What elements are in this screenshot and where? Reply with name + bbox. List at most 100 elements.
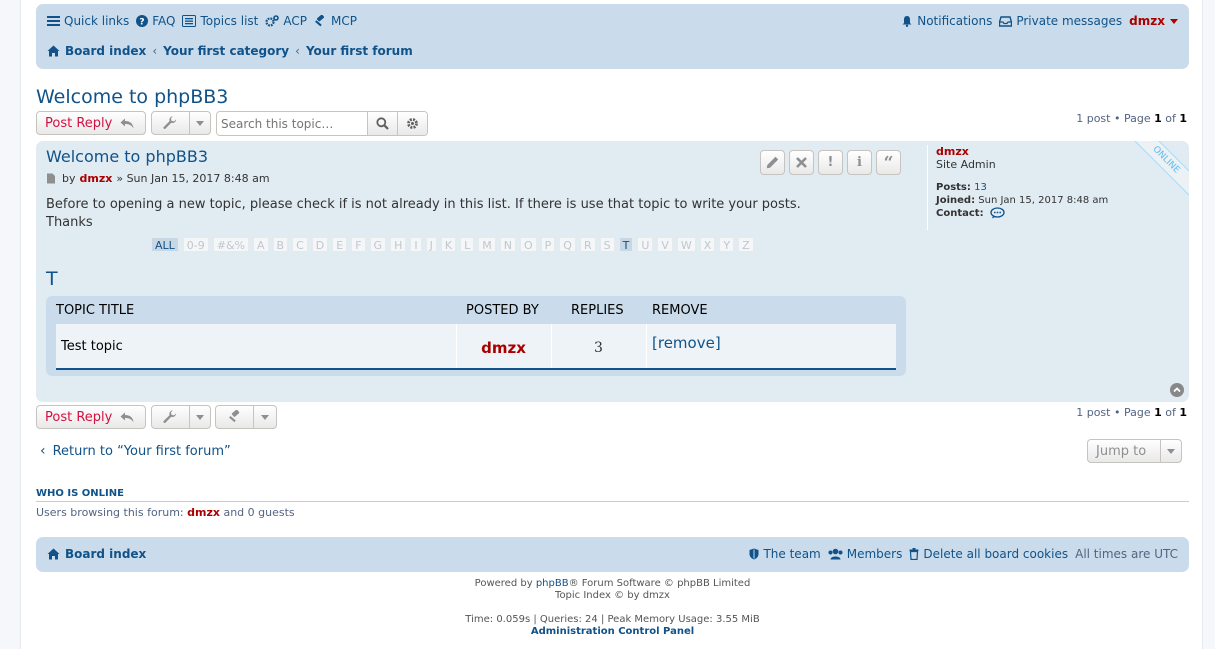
moderator-tools-dropdown[interactable] — [215, 405, 277, 429]
posts-count-link[interactable]: 13 — [974, 182, 987, 193]
acp-footer-line: Administration Control Panel — [21, 626, 1204, 638]
alphabet-letter[interactable]: F — [351, 237, 366, 252]
alphabet-letter[interactable]: M — [478, 237, 496, 252]
private-messages-label: Private messages — [1016, 14, 1123, 28]
breadcrumb-category[interactable]: Your first category — [163, 44, 289, 58]
advanced-search-button[interactable] — [397, 112, 427, 135]
contact-label: Contact: — [936, 208, 984, 219]
home-icon — [47, 548, 60, 560]
delete-cookies-link[interactable]: Delete all board cookies — [909, 547, 1068, 561]
remove-link[interactable]: [remove] — [652, 334, 721, 352]
search-input[interactable] — [217, 112, 367, 135]
alphabet-letter[interactable]: L — [460, 237, 475, 252]
contact-bubble-icon[interactable] — [990, 207, 1005, 219]
posted-by-cell[interactable]: dmzx — [456, 324, 551, 368]
online-user-link[interactable]: dmzx — [187, 506, 220, 519]
user-menu[interactable]: dmzx — [1129, 14, 1178, 28]
footer-board-index-label: Board index — [65, 547, 147, 561]
reply-icon — [120, 412, 134, 422]
faq-link[interactable]: ? FAQ — [136, 14, 175, 28]
gear-icon — [407, 118, 418, 129]
topics-list-link[interactable]: Topics list — [182, 14, 258, 28]
alphabet-letter[interactable]: P — [540, 237, 556, 252]
alphabet-letter[interactable]: #&% — [212, 237, 250, 252]
alphabet-letter[interactable]: C — [292, 237, 308, 252]
alphabet-letter[interactable]: E — [332, 237, 348, 252]
breadcrumb-forum[interactable]: Your first forum — [306, 44, 413, 58]
alphabet-letter[interactable]: U — [637, 237, 654, 252]
alphabet-letter[interactable]: D — [311, 237, 329, 252]
members-link[interactable]: Members — [828, 547, 902, 561]
search-button[interactable] — [367, 112, 397, 135]
alphabet-letter[interactable]: V — [657, 237, 673, 252]
posted-by-text: dmzx — [481, 339, 526, 357]
alphabet-letter[interactable]: Z — [738, 237, 754, 252]
jump-to-dropdown[interactable]: Jump to — [1087, 439, 1182, 463]
mcp-link[interactable]: MCP — [314, 14, 357, 28]
letter-heading: T — [46, 268, 58, 290]
post-reply-button[interactable]: Post Reply — [36, 111, 146, 135]
home-icon — [47, 45, 60, 57]
alphabet-letter[interactable]: G — [369, 237, 387, 252]
return-to-forum-link[interactable]: ‹ Return to “Your first forum” — [40, 443, 231, 459]
alphabet-letter[interactable]: Q — [559, 237, 576, 252]
alphabet-letter[interactable]: W — [676, 237, 696, 252]
alphabet-letter[interactable]: H — [390, 237, 407, 252]
alphabet-letter[interactable]: X — [699, 237, 716, 252]
topic-tools-dropdown[interactable] — [151, 111, 211, 135]
alphabet-letter[interactable]: B — [272, 237, 289, 252]
post-reply-label: Post Reply — [45, 409, 113, 425]
alphabet-letter[interactable]: O — [519, 237, 537, 252]
pagination-total: 1 — [1179, 406, 1187, 419]
chevron-left-icon: ‹ — [40, 443, 46, 459]
the-team-link[interactable]: The team — [749, 547, 821, 561]
back-to-top-button[interactable] — [1170, 383, 1184, 397]
alphabet-letter[interactable]: 0-9 — [182, 237, 209, 252]
topic-title[interactable]: Welcome to phpBB3 — [36, 86, 228, 108]
breadcrumb-board-index[interactable]: Board index — [65, 44, 146, 58]
wrench-button[interactable] — [152, 112, 189, 134]
who-is-online-heading[interactable]: WHO IS ONLINE — [36, 488, 1189, 502]
powered-prefix: Powered by — [474, 578, 536, 589]
alphabet-letter[interactable]: J — [425, 237, 437, 252]
info-button[interactable]: i — [847, 150, 872, 175]
notifications-label: Notifications — [917, 14, 993, 28]
column-header-remove: REMOVE — [652, 303, 708, 318]
replies-text: 3 — [594, 340, 603, 356]
administration-control-panel-link[interactable]: Administration Control Panel — [531, 626, 694, 637]
faq-label: FAQ — [152, 14, 176, 28]
wrench-button[interactable] — [152, 406, 189, 428]
alphabet-letter[interactable]: N — [499, 237, 516, 252]
delete-button[interactable] — [789, 150, 814, 175]
quick-links-menu[interactable]: Quick links — [47, 14, 129, 28]
who-is-online-text: Users browsing this forum: dmzx and 0 gu… — [36, 506, 295, 519]
alphabet-letter[interactable]: I — [410, 237, 422, 252]
alphabet-letter[interactable]: R — [579, 237, 596, 252]
report-button[interactable]: ! — [818, 150, 843, 175]
post-subject[interactable]: Welcome to phpBB3 — [46, 147, 208, 166]
alphabet-letter[interactable]: A — [253, 237, 269, 252]
alphabet-letter[interactable]: S — [599, 237, 615, 252]
topic-title-cell[interactable]: Test topic — [61, 324, 123, 368]
post-reply-button-bottom[interactable]: Post Reply — [36, 405, 146, 429]
profile-posts: Posts: 13 — [936, 181, 1177, 194]
users-icon — [828, 548, 843, 560]
footer-board-index-link[interactable]: Board index — [47, 547, 146, 561]
info-icon: i — [857, 155, 862, 170]
user-nav: Notifications Private messages dmzx — [901, 14, 1178, 28]
private-messages-link[interactable]: Private messages — [999, 14, 1122, 28]
phpbb-link[interactable]: phpBB — [536, 578, 569, 589]
alphabet-letter[interactable]: K — [440, 237, 457, 252]
alphabet-letter[interactable]: Y — [719, 237, 735, 252]
acp-link[interactable]: ACP — [265, 14, 307, 28]
topic-tools-dropdown-bottom[interactable] — [151, 405, 211, 429]
gavel-button[interactable] — [216, 406, 253, 428]
post-author[interactable]: dmzx — [80, 172, 113, 185]
topic-title-text: Test topic — [61, 338, 123, 354]
alphabet-letter[interactable]: ALL — [151, 237, 179, 252]
gavel-icon — [228, 410, 239, 423]
notifications-link[interactable]: Notifications — [901, 14, 992, 28]
quote-button[interactable]: “ — [876, 150, 901, 175]
edit-button[interactable] — [760, 150, 785, 175]
alphabet-letter[interactable]: T — [618, 237, 634, 252]
